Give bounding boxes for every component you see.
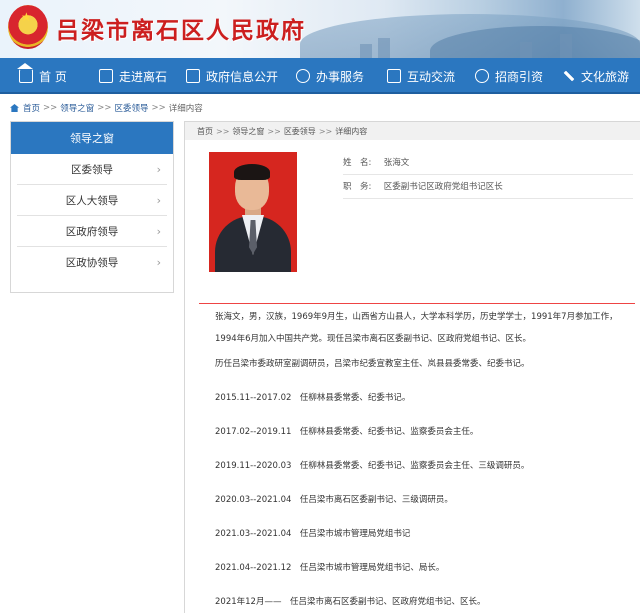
plane-icon (562, 70, 575, 82)
sidebar-item-government[interactable]: 区政府领导 › (17, 216, 167, 247)
banner-building (378, 38, 390, 58)
content-breadcrumb-party-leaders-link[interactable]: 区委领导 (284, 126, 316, 137)
breadcrumb-separator: >> (267, 126, 281, 136)
breadcrumb-separator: >> (151, 103, 166, 113)
content-panel: 首页 >> 领导之窗 >> 区委领导 >> 详细内容 姓 名: 张海文 职 务:… (184, 121, 640, 613)
site-title[interactable]: 吕梁市离石区人民政府 (56, 11, 306, 45)
globe-icon (474, 69, 489, 83)
sidebar-item-label: 区委领导 (71, 163, 113, 176)
timeline-item: 2021年12月—— 任吕梁市离石区委副书记、区政府党组书记、区长。 (215, 597, 486, 607)
timeline-item: 2015.11--2017.02 任柳林县委常委、纪委书记。 (215, 393, 411, 403)
position-row: 职 务: 区委副书记区政府党组书记区长 (343, 182, 503, 206)
nav-item-label: 文化旅游 (580, 69, 629, 84)
user-icon (295, 69, 310, 83)
book-icon (98, 69, 113, 83)
home-icon (17, 63, 34, 83)
nav-item-gov-info[interactable]: 政府信息公开 (180, 58, 284, 94)
breadcrumb-leaders-link[interactable]: 领导之窗 (60, 102, 94, 114)
nav-item-interaction[interactable]: 互动交流 (376, 58, 466, 94)
breadcrumb: 首页 >> 领导之窗 >> 区委领导 >> 详细内容 (0, 99, 640, 117)
divider (343, 174, 633, 175)
banner-building (360, 44, 372, 58)
nav-item-tourism[interactable]: 文化旅游 (552, 58, 640, 94)
timeline-item: 2020.03--2021.04 任吕梁市离石区委副书记、三级调研员。 (215, 495, 453, 505)
breadcrumb-separator: >> (318, 126, 333, 136)
sidebar-item-label: 区人大领导 (65, 194, 119, 207)
nav-item-investment[interactable]: 招商引资 (466, 58, 552, 94)
chat-icon (386, 69, 401, 83)
breadcrumb-home-link[interactable]: 首页 (23, 102, 40, 114)
nav-item-label: 政府信息公开 (205, 69, 278, 84)
name-value: 张海文 (383, 158, 410, 168)
banner-building (520, 42, 532, 58)
nav-item-label: 招商引资 (494, 69, 543, 84)
page: { "header": { "site_title": "吕梁市离石区人民政府"… (0, 0, 640, 613)
nav-item-label: 互动交流 (406, 69, 455, 84)
banner-building (560, 34, 572, 58)
chevron-right-icon: › (156, 163, 161, 176)
nav-item-label: 办事服务 (315, 69, 364, 84)
bio-intro: 张海文，男，汉族，1969年9月生，山西省方山县人，大学本科学历，历史学学士，1… (215, 312, 618, 344)
breadcrumb-separator: >> (43, 103, 58, 113)
timeline-item: 2021.03--2021.04 任吕梁市城市管理局党组书记 (215, 529, 411, 539)
timeline-item: 2021.04--2021.12 任吕梁市城市管理局党组书记、局长。 (215, 563, 445, 573)
name-label: 姓 名: (343, 158, 372, 168)
document-icon (185, 69, 200, 83)
red-divider (199, 303, 635, 304)
breadcrumb-current: 详细内容 (168, 104, 203, 114)
sidebar-item-label: 区政府领导 (65, 225, 119, 238)
sidebar-item-cppcc[interactable]: 区政协领导 › (17, 247, 167, 278)
content-breadcrumb: 首页 >> 领导之窗 >> 区委领导 >> 详细内容 (185, 122, 640, 140)
sidebar-title: 领导之窗 (11, 122, 173, 154)
timeline-item: 2017.02--2019.11 任柳林县委常委、纪委书记、监察委员会主任。 (215, 427, 479, 437)
chevron-right-icon: › (156, 194, 161, 207)
nav-item-services[interactable]: 办事服务 (284, 58, 376, 94)
chevron-right-icon: › (156, 225, 161, 238)
chevron-right-icon: › (156, 256, 161, 269)
national-emblem-icon: ★ (8, 5, 48, 49)
content-breadcrumb-leaders-link[interactable]: 领导之窗 (232, 126, 264, 137)
content-breadcrumb-home-link[interactable]: 首页 (197, 126, 213, 137)
position-value: 区委副书记区政府党组书记区长 (383, 182, 503, 192)
name-row: 姓 名: 张海文 (343, 158, 503, 182)
nav-item-label: 首 页 (39, 69, 67, 84)
nav-item-label: 走进离石 (118, 69, 167, 84)
leader-portrait (209, 152, 297, 272)
sidebar: 领导之窗 区委领导 › 区人大领导 › 区政府领导 › 区政协领导 › (10, 121, 174, 293)
sidebar-item-party-committee[interactable]: 区委领导 › (17, 154, 167, 185)
main-nav: 首 页 走进离石 政府信息公开 办事服务 互动交流 招商引资 文化旅游 (0, 58, 640, 94)
sidebar-item-label: 区政协领导 (65, 257, 119, 269)
home-icon (10, 104, 19, 112)
nav-item-about[interactable]: 走进离石 (86, 58, 180, 94)
sidebar-item-peoples-congress[interactable]: 区人大领导 › (17, 185, 167, 216)
breadcrumb-party-leaders-link[interactable]: 区委领导 (115, 102, 149, 114)
content-breadcrumb-current: 详细内容 (335, 126, 368, 136)
header-banner: ★ 吕梁市离石区人民政府 (0, 0, 640, 58)
position-label: 职 务: (343, 182, 372, 192)
breadcrumb-separator: >> (216, 126, 230, 136)
timeline-item: 2019.11--2020.03 任柳林县委常委、纪委书记、监察委员会主任、三级… (215, 461, 530, 471)
biography: 张海文，男，汉族，1969年9月生，山西省方山县人，大学本科学历，历史学学士，1… (201, 306, 627, 608)
divider (343, 198, 633, 199)
breadcrumb-separator: >> (97, 103, 112, 113)
nav-item-home[interactable]: 首 页 (0, 58, 86, 94)
history-intro: 历任吕梁市委政研室副调研员，吕梁市纪委宣教室主任、岚县县委常委、纪委书记。 (215, 359, 530, 369)
